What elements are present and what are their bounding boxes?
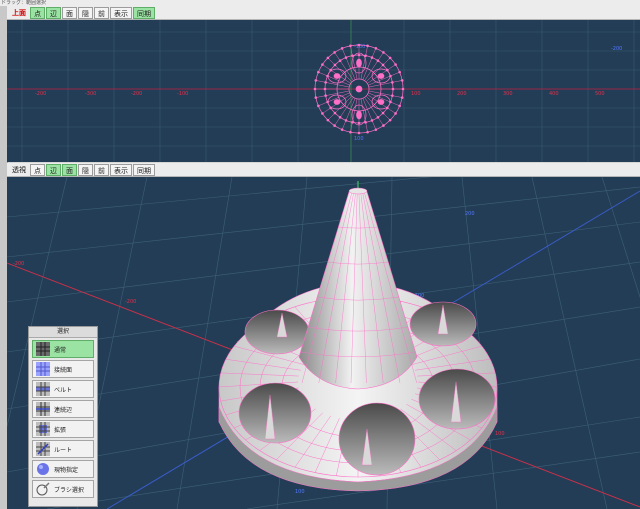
select-edge-loop-button[interactable]: 連続辺 xyxy=(32,400,94,418)
select-edge-loop-label: 連続辺 xyxy=(54,406,73,414)
top-vertex-toggle[interactable]: 点 xyxy=(30,6,45,19)
select-brush-button[interactable]: ブラシ選択 xyxy=(32,480,94,498)
persp-tick-label: 100 xyxy=(295,489,305,495)
persp-display-button[interactable]: 表示 xyxy=(110,163,132,176)
select-normal-button[interactable]: 通常 xyxy=(32,340,94,358)
grid-normal-icon xyxy=(36,342,50,356)
perspective-view-toolbar: 透視 点 辺 面 隠 前 表示 同期 xyxy=(7,163,640,177)
top-sync-toggle[interactable]: 同期 xyxy=(133,6,155,19)
top-tick-label: -200 xyxy=(131,91,142,97)
top-hide-toggle[interactable]: 隠 xyxy=(78,6,93,19)
select-mode-panel: 選択 通常 接続面 ベルト 連続辺 拡張 ルート 現物指定 ブラシ選択 xyxy=(28,326,98,507)
select-panel-title: 選択 xyxy=(29,327,97,338)
route-icon xyxy=(36,442,50,456)
connected-faces-icon xyxy=(36,362,50,376)
select-connected-label: 接続面 xyxy=(54,366,73,374)
top-tick-label: 400 xyxy=(549,91,559,97)
persp-edge-toggle[interactable]: 辺 xyxy=(46,163,61,176)
select-route-button[interactable]: ルート xyxy=(32,440,94,458)
persp-vertex-toggle[interactable]: 点 xyxy=(30,163,45,176)
select-route-label: ルート xyxy=(54,446,73,454)
select-expand-button[interactable]: 拡張 xyxy=(32,420,94,438)
select-sphere-button[interactable]: 現物指定 xyxy=(32,460,94,478)
select-belt-label: ベルト xyxy=(54,386,73,394)
top-edge-toggle[interactable]: 辺 xyxy=(46,6,61,19)
sphere-icon xyxy=(37,463,49,475)
persp-tick-label: 100 xyxy=(495,431,505,437)
top-tick-label: -200 xyxy=(35,91,46,97)
persp-hide-toggle[interactable]: 隠 xyxy=(78,163,93,176)
persp-front-toggle[interactable]: 前 xyxy=(94,163,109,176)
top-tick-label: 500 xyxy=(595,91,605,97)
select-normal-label: 通常 xyxy=(54,346,67,354)
top-mesh-object[interactable] xyxy=(313,43,405,135)
top-display-button[interactable]: 表示 xyxy=(110,6,132,19)
top-tick-label: 200 xyxy=(457,91,467,97)
persp-face-toggle[interactable]: 面 xyxy=(62,163,77,176)
belt-icon xyxy=(36,382,50,396)
top-tick-label: -200 xyxy=(611,46,622,52)
top-view-canvas: -200 -300 -200 -100 100 200 300 400 500 … xyxy=(7,20,640,162)
select-connected-button[interactable]: 接続面 xyxy=(32,360,94,378)
select-brush-label: ブラシ選択 xyxy=(54,486,84,494)
top-face-toggle[interactable]: 面 xyxy=(62,6,77,19)
top-tick-label: -300 xyxy=(85,91,96,97)
perspective-view-canvas: 200 -200 -200 -100 100 0 100 100 xyxy=(7,177,640,509)
perspective-viewport[interactable]: 200 -200 -200 -100 100 0 100 100 xyxy=(7,177,640,509)
top-front-toggle[interactable]: 前 xyxy=(94,6,109,19)
top-tick-label: 100 xyxy=(354,136,364,142)
top-tick-label: 300 xyxy=(503,91,513,97)
top-orthographic-viewport[interactable]: -200 -300 -200 -100 100 200 300 400 500 … xyxy=(7,20,640,162)
persp-tick-label: -200 xyxy=(125,299,136,305)
top-view-toolbar: 上面 点 辺 面 隠 前 表示 同期 xyxy=(7,6,640,20)
brush-icon xyxy=(36,482,50,496)
select-expand-label: 拡張 xyxy=(54,426,67,434)
top-tick-label: -100 xyxy=(177,91,188,97)
top-tick-label: 100 xyxy=(411,91,421,97)
persp-tick-label: 200 xyxy=(465,211,475,217)
select-sphere-label: 現物指定 xyxy=(54,466,79,474)
top-view-label[interactable]: 上面 xyxy=(9,7,29,19)
perspective-view-label[interactable]: 透視 xyxy=(9,164,29,176)
persp-sync-toggle[interactable]: 同期 xyxy=(133,163,155,176)
select-belt-button[interactable]: ベルト xyxy=(32,380,94,398)
expand-icon xyxy=(36,422,50,436)
persp-tick-label: -200 xyxy=(13,261,24,267)
edge-loop-icon xyxy=(36,402,50,416)
